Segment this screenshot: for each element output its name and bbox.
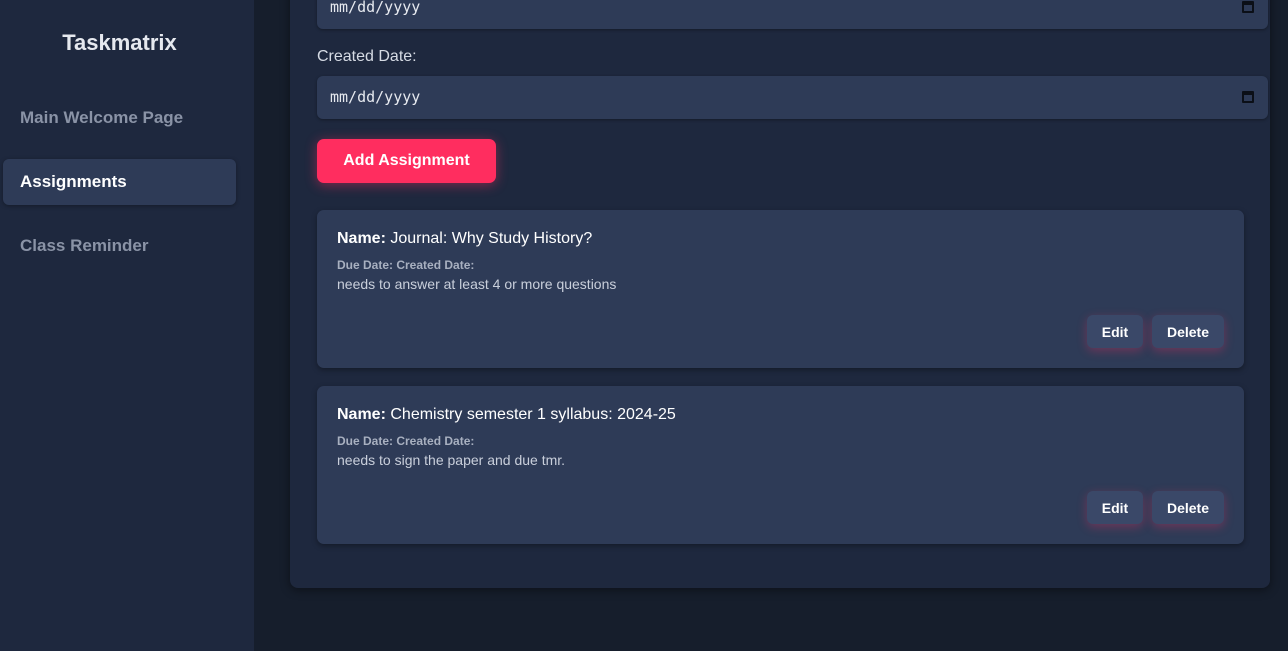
assignment-dates: Due Date: Created Date: — [337, 434, 475, 448]
created-date-placeholder: mm/dd/yyyy — [330, 88, 421, 106]
assignment-name: Name: Journal: Why Study History? — [337, 230, 592, 248]
sidebar-item-main-welcome-page[interactable]: Main Welcome Page — [3, 95, 236, 141]
created-date-input[interactable]: mm/dd/yyyy — [317, 76, 1268, 119]
edit-button[interactable]: Edit — [1087, 491, 1143, 524]
edit-button[interactable]: Edit — [1087, 315, 1143, 348]
assignment-description: needs to answer at least 4 or more quest… — [337, 276, 617, 292]
assignment-name-value: Journal: Why Study History? — [390, 230, 593, 247]
add-assignment-button[interactable]: Add Assignment — [317, 139, 496, 183]
assignment-name: Name: Chemistry semester 1 syllabus: 202… — [337, 406, 676, 424]
assignment-name-label: Name: — [337, 230, 386, 247]
created-date-label: Created Date: — [317, 48, 417, 65]
due-date-input[interactable]: mm/dd/yyyy — [317, 0, 1268, 29]
assignment-name-value: Chemistry semester 1 syllabus: 2024-25 — [390, 406, 676, 423]
assignment-name-label: Name: — [337, 406, 386, 423]
assignment-card: Name: Chemistry semester 1 syllabus: 202… — [317, 386, 1244, 544]
sidebar: Taskmatrix Main Welcome Page Assignments… — [0, 0, 254, 651]
assignment-description: needs to sign the paper and due tmr. — [337, 452, 566, 468]
brand-title: Taskmatrix — [62, 30, 177, 55]
due-date-placeholder: mm/dd/yyyy — [330, 0, 421, 16]
assignment-dates: Due Date: Created Date: — [337, 258, 475, 272]
calendar-icon[interactable] — [1242, 91, 1254, 103]
assignment-card: Name: Journal: Why Study History? Due Da… — [317, 210, 1244, 368]
calendar-icon[interactable] — [1242, 1, 1254, 13]
sidebar-item-assignments[interactable]: Assignments — [3, 159, 236, 205]
sidebar-item-class-reminder[interactable]: Class Reminder — [3, 223, 236, 269]
delete-button[interactable]: Delete — [1152, 491, 1224, 524]
delete-button[interactable]: Delete — [1152, 315, 1224, 348]
